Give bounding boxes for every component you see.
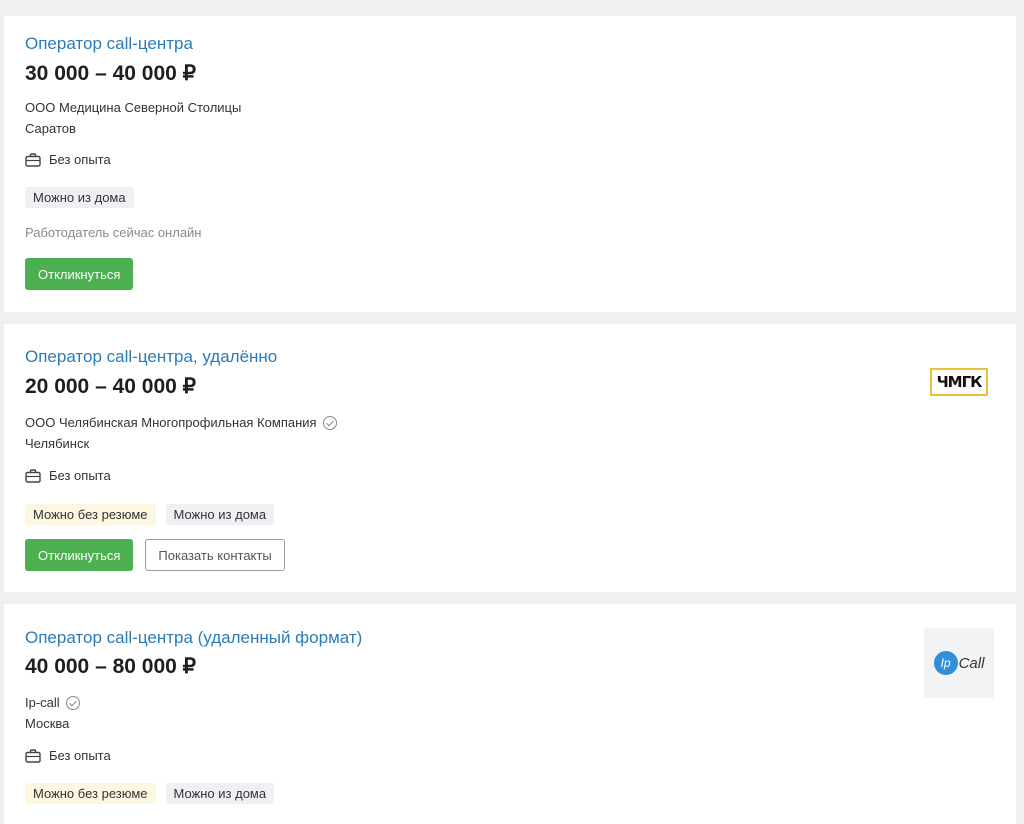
apply-button[interactable]: Откликнуться bbox=[25, 258, 134, 290]
company-name[interactable]: ООО Челябинская Многопрофильная Компания bbox=[25, 415, 337, 430]
verified-check-icon bbox=[65, 695, 80, 710]
tag-no-resume: Можно без резюме bbox=[25, 783, 156, 804]
vacancy-salary: 40 000 – 80 000 ₽ bbox=[25, 655, 197, 678]
company-logo-text: Call bbox=[958, 654, 985, 672]
experience-label: Без опыта bbox=[49, 152, 111, 167]
tag-remote: Можно из дома bbox=[165, 504, 275, 525]
briefcase-icon bbox=[25, 468, 41, 483]
experience-label: Без опыта bbox=[49, 468, 111, 483]
card-actions: Откликнуться Показать контакты bbox=[25, 539, 285, 571]
company-logo[interactable]: Ip Call bbox=[924, 628, 994, 698]
briefcase-icon bbox=[25, 748, 41, 763]
tag-list: Можно без резюме Можно из дома bbox=[25, 783, 275, 804]
company-name[interactable]: Ip-call bbox=[25, 695, 80, 710]
apply-button[interactable]: Откликнуться bbox=[25, 539, 134, 571]
vacancy-title-link[interactable]: Оператор call-центра (удаленный формат) bbox=[25, 628, 362, 648]
experience-row: Без опыта bbox=[25, 152, 111, 167]
ipcall-badge-icon: Ip bbox=[933, 651, 958, 675]
company-name-text[interactable]: Ip-call bbox=[25, 695, 60, 710]
tag-list: Можно из дома bbox=[25, 187, 134, 208]
vacancy-title-link[interactable]: Оператор call-центра, удалённо bbox=[25, 347, 277, 367]
tag-list: Можно без резюме Можно из дома bbox=[25, 504, 275, 525]
vacancy-city: Москва bbox=[25, 716, 70, 731]
vacancy-salary: 30 000 – 40 000 ₽ bbox=[25, 62, 197, 85]
company-logo[interactable]: ЧМГК bbox=[930, 368, 988, 396]
vacancy-city: Челябинск bbox=[25, 436, 90, 451]
vacancy-title-link[interactable]: Оператор call-центра bbox=[25, 34, 193, 54]
vacancy-card: Оператор call-центра, удалённо 20 000 – … bbox=[4, 324, 1016, 592]
verified-check-icon bbox=[322, 415, 337, 430]
tag-remote: Можно из дома bbox=[165, 783, 275, 804]
show-contacts-button[interactable]: Показать контакты bbox=[145, 539, 285, 571]
tag-no-resume: Можно без резюме bbox=[25, 504, 156, 525]
employer-online-status: Работодатель сейчас онлайн bbox=[25, 225, 202, 240]
company-name-text[interactable]: ООО Медицина Северной Столицы bbox=[25, 100, 241, 115]
vacancy-card: Оператор call-центра (удаленный формат) … bbox=[4, 604, 1016, 824]
vacancy-city: Саратов bbox=[25, 121, 76, 136]
vacancy-card: Оператор call-центра 30 000 – 40 000 ₽ О… bbox=[4, 16, 1016, 312]
experience-row: Без опыта bbox=[25, 748, 111, 763]
tag-remote: Можно из дома bbox=[25, 187, 134, 208]
experience-row: Без опыта bbox=[25, 468, 111, 483]
company-name[interactable]: ООО Медицина Северной Столицы bbox=[25, 100, 241, 115]
card-actions: Откликнуться bbox=[25, 258, 134, 290]
company-name-text[interactable]: ООО Челябинская Многопрофильная Компания bbox=[25, 415, 317, 430]
company-logo-text: ЧМГК bbox=[936, 373, 983, 391]
vacancy-salary: 20 000 – 40 000 ₽ bbox=[25, 375, 197, 398]
briefcase-icon bbox=[25, 152, 41, 167]
experience-label: Без опыта bbox=[49, 748, 111, 763]
